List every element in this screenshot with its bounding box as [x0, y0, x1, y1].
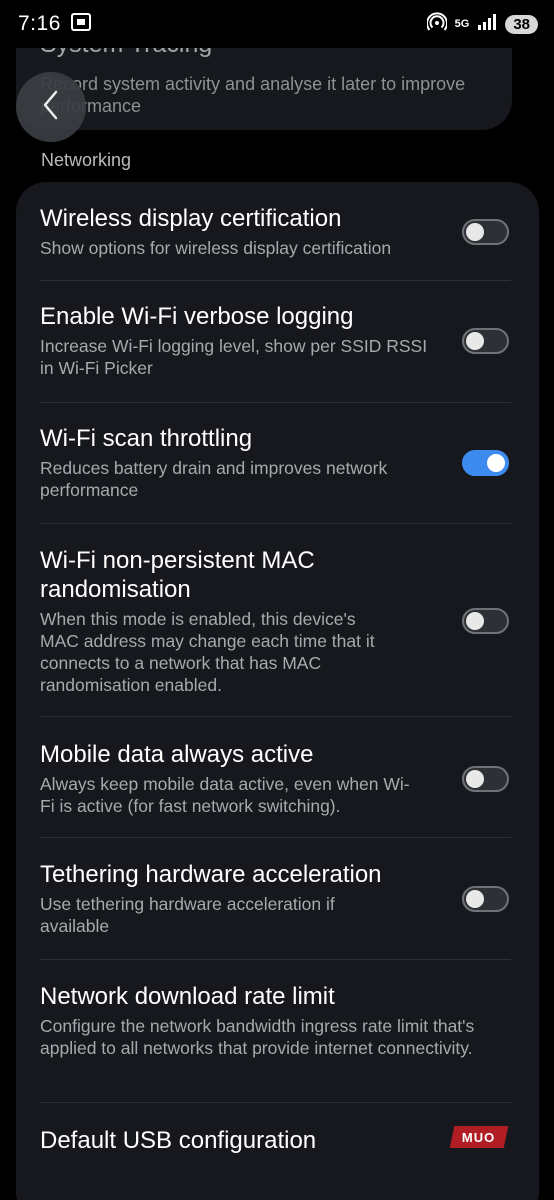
- section-header-networking: Networking: [41, 150, 132, 170]
- setting-default-usb-configuration[interactable]: Default USB configuration: [40, 1126, 509, 1155]
- network-type-label: 5G: [454, 17, 470, 30]
- divider: [40, 1102, 511, 1103]
- wifi-mac-randomisation-toggle[interactable]: [462, 608, 509, 634]
- setting-description: Increase Wi-Fi logging level, show per S…: [40, 336, 428, 378]
- wifi-scan-throttling-toggle[interactable]: [462, 449, 509, 476]
- divider: [40, 280, 511, 281]
- muo-watermark-logo: MUO: [449, 1126, 509, 1148]
- setting-title: Wi-Fi non-persistent MAC randomisation: [40, 547, 315, 603]
- setting-title: Wireless display certification: [40, 205, 342, 232]
- setting-title: Enable Wi-Fi verbose logging: [40, 303, 354, 330]
- setting-wifi-mac-randomisation[interactable]: Wi-Fi non-persistent MAC randomisation W…: [40, 546, 509, 696]
- setting-tethering-hardware-acceleration[interactable]: Tethering hardware acceleration Use teth…: [40, 860, 509, 937]
- setting-wifi-verbose-logging[interactable]: Enable Wi-Fi verbose logging Increase Wi…: [40, 302, 509, 379]
- setting-mobile-data-always-active[interactable]: Mobile data always active Always keep mo…: [40, 740, 509, 817]
- battery-indicator: 38: [505, 14, 538, 34]
- setting-title: Default USB configuration: [40, 1127, 317, 1154]
- wireless-display-certification-toggle[interactable]: [462, 218, 509, 245]
- status-time: 7:16: [18, 12, 61, 35]
- hotspot-icon: [425, 11, 448, 37]
- wifi-verbose-logging-toggle[interactable]: [462, 327, 509, 354]
- previous-setting-description: Record system activity and analyse it la…: [40, 74, 466, 116]
- setting-title: Network download rate limit: [40, 983, 335, 1010]
- divider: [40, 523, 511, 524]
- back-button[interactable]: [16, 72, 86, 142]
- chevron-left-icon: [39, 88, 63, 127]
- divider: [40, 716, 511, 717]
- setting-wifi-scan-throttling[interactable]: Wi-Fi scan throttling Reduces battery dr…: [40, 424, 509, 501]
- screen: System Tracing Record system activity an…: [0, 0, 554, 1200]
- divider: [40, 837, 511, 838]
- divider: [40, 959, 511, 960]
- setting-description: Configure the network bandwidth ingress …: [40, 1016, 475, 1058]
- setting-description: Use tethering hardware acceleration if a…: [40, 894, 335, 936]
- watermark-text: MUO: [462, 1129, 496, 1145]
- setting-network-download-rate-limit[interactable]: Network download rate limit Configure th…: [40, 982, 509, 1059]
- tethering-hardware-acceleration-toggle[interactable]: [462, 885, 509, 912]
- divider: [40, 402, 511, 403]
- networking-settings-card: Wireless display certification Show opti…: [16, 182, 539, 1200]
- screenshot-icon: [70, 12, 91, 36]
- setting-title: Mobile data always active: [40, 741, 314, 768]
- signal-icon: [477, 13, 497, 35]
- setting-title: Wi-Fi scan throttling: [40, 425, 253, 452]
- setting-description: Always keep mobile data active, even whe…: [40, 774, 410, 816]
- setting-description: When this mode is enabled, this device's…: [40, 609, 375, 695]
- setting-wireless-display-certification[interactable]: Wireless display certification Show opti…: [40, 204, 509, 259]
- setting-description: Show options for wireless display certif…: [40, 238, 392, 258]
- mobile-data-always-active-toggle[interactable]: [462, 765, 509, 792]
- status-bar: 7:16 5G 38: [0, 0, 554, 48]
- setting-description: Reduces battery drain and improves netwo…: [40, 458, 388, 500]
- setting-title: Tethering hardware acceleration: [40, 861, 382, 888]
